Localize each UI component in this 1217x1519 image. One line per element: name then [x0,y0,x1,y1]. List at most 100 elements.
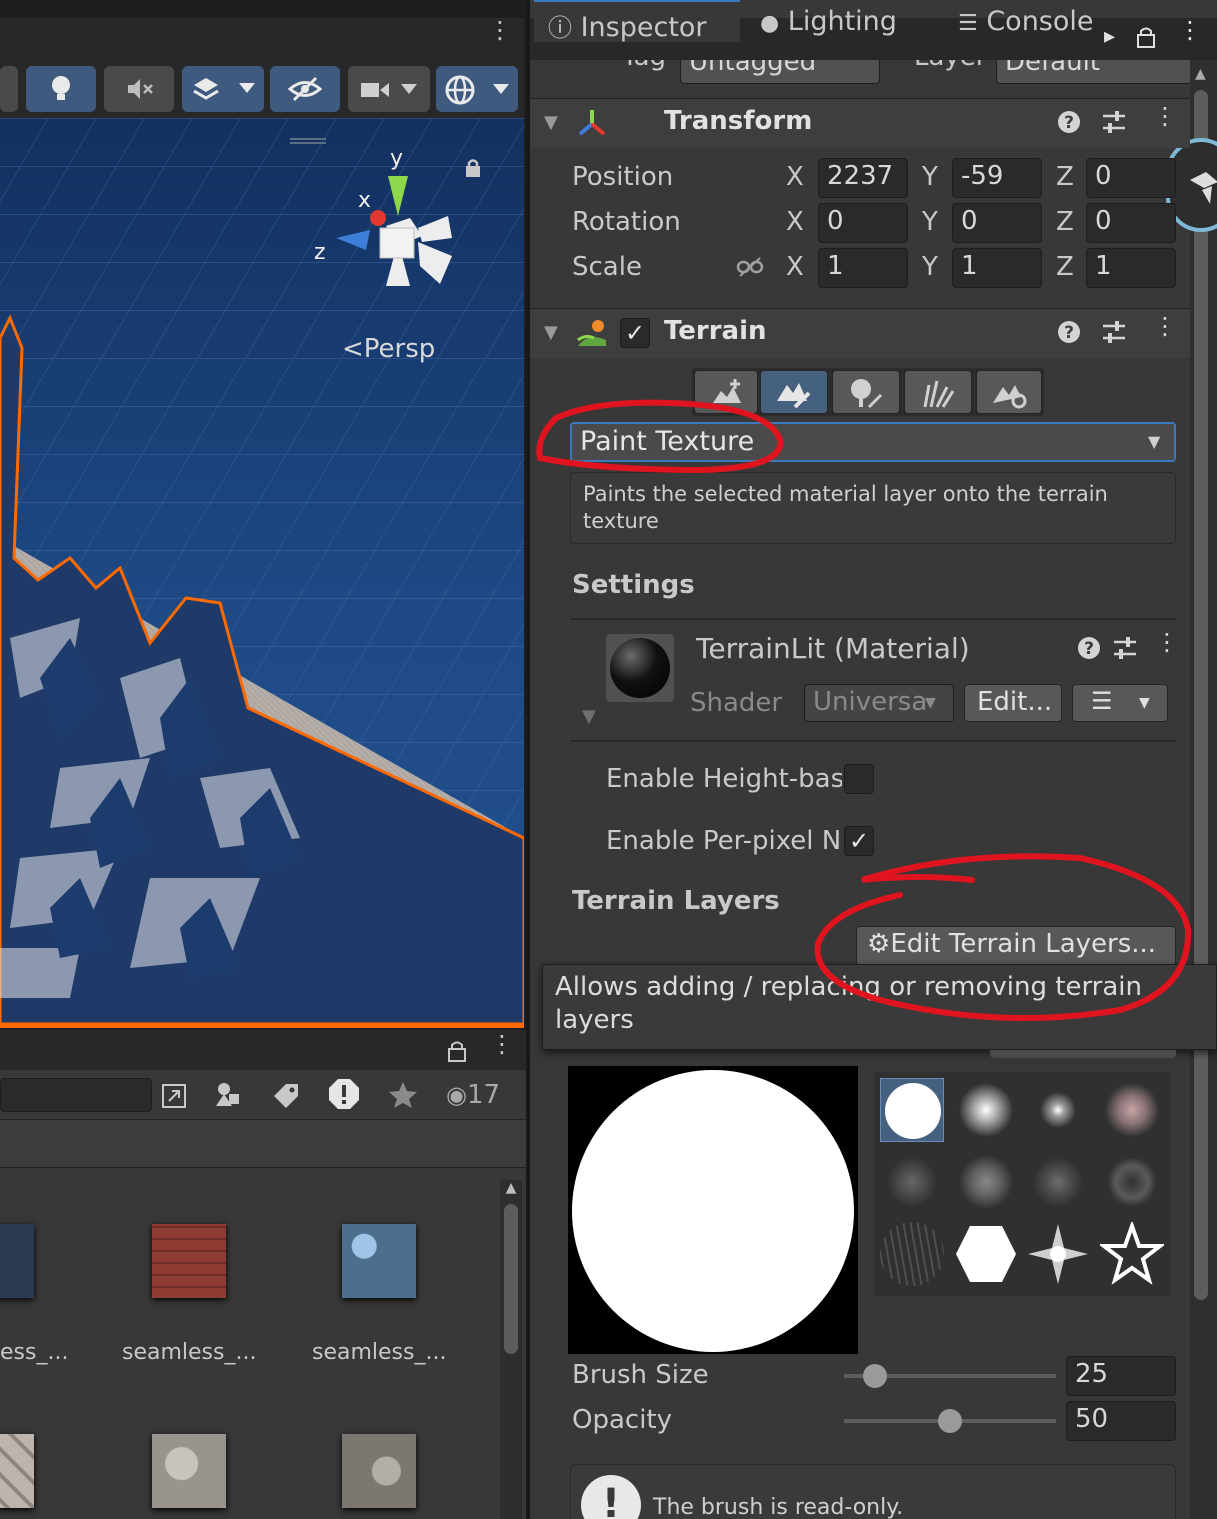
tool-paint-details[interactable] [904,370,972,414]
position-y-field[interactable]: -59 [952,158,1042,198]
terrain-enabled-checkbox[interactable]: ✓ [620,318,650,348]
position-x-field[interactable]: 2237 [818,158,908,198]
asset-thumb-blue-pebbles[interactable] [342,1224,416,1298]
rotation-x-field[interactable]: 0 [818,203,908,243]
terrain-layers-title: Terrain Layers [572,886,780,916]
brush-noise-3[interactable] [1026,1150,1090,1214]
shader-options-dropdown[interactable]: ☰ ▼ [1072,684,1168,722]
preset-sliders-icon[interactable] [1101,320,1127,344]
brush-hard-circle[interactable] [880,1078,944,1142]
per-pixel-normal-checkbox[interactable]: ✓ [844,826,874,856]
asset-thumb-dark-tiles[interactable] [0,1224,34,1298]
brush-size-thumb[interactable] [863,1364,887,1388]
opacity-slider[interactable] [844,1405,1056,1437]
scene-audio-toggle[interactable] [104,66,174,112]
tag-icon[interactable] [272,1082,300,1110]
preset-sliders-icon[interactable] [1101,110,1127,134]
material-menu-icon[interactable]: ⋮ [1155,630,1179,654]
position-z-field[interactable]: 0 [1086,158,1176,198]
asset-label: ess_... [0,1340,69,1365]
svg-text:?: ? [1064,113,1074,133]
brush-small-soft[interactable] [1026,1078,1090,1142]
lock-icon[interactable] [1136,26,1156,48]
tab-lighting[interactable]: ● Lighting [760,0,940,42]
rotation-y-field[interactable]: 0 [952,203,1042,243]
opacity-field[interactable]: 50 [1066,1401,1176,1441]
brush-soft-circle[interactable] [954,1078,1018,1142]
scene-menu-icon[interactable]: ⋮ [488,18,512,52]
scene-effects-toggle[interactable] [182,66,264,112]
project-search-input[interactable] [0,1078,152,1112]
star-icon[interactable] [388,1080,418,1110]
scene-camera-dropdown[interactable] [348,66,430,112]
tab-inspector[interactable]: ⓘ Inspector [534,0,740,43]
brush-grass-streaks[interactable] [880,1222,944,1286]
height-blend-checkbox[interactable] [844,764,874,794]
brush-noise-soft[interactable] [1100,1078,1164,1142]
foldout-arrow-icon[interactable]: ▼ [544,322,558,343]
rotation-z-field[interactable]: 0 [1086,203,1176,243]
scene-view[interactable]: y x z <Persp [0,118,524,1024]
scene-visibility-toggle[interactable] [270,66,340,112]
brush-size-field[interactable]: 25 [1066,1356,1176,1396]
opacity-thumb[interactable] [938,1409,962,1433]
help-icon[interactable]: ? [1077,636,1101,660]
filter-type-icon[interactable] [212,1080,242,1110]
scale-z-field[interactable]: 1 [1086,248,1176,288]
tool-paint-terrain[interactable] [760,370,828,414]
foldout-arrow-icon[interactable]: ▼ [582,706,596,727]
brush-star[interactable] [1098,1219,1166,1286]
lightbulb-icon [48,74,74,104]
edit-shader-label: Edit... [977,687,1053,717]
tag-dropdown[interactable]: Untagged [680,60,880,84]
project-menu-icon[interactable]: ⋮ [490,1032,514,1056]
visible-count[interactable]: ◉17 [446,1080,500,1110]
lock-icon[interactable] [447,1040,467,1062]
brush-noise-4[interactable] [1100,1150,1164,1214]
asset-thumb-stone-diagonal[interactable] [0,1434,34,1508]
scale-x-field[interactable]: 1 [818,248,908,288]
edit-terrain-layers-button[interactable]: ⚙Edit Terrain Layers... [856,926,1176,966]
shader-dropdown[interactable]: Universa ▼ [804,684,954,722]
scene-gizmos-dropdown[interactable] [436,66,518,112]
edit-shader-button[interactable]: Edit... [964,684,1062,722]
asset-thumb-stone-light[interactable] [152,1434,226,1508]
tool-create-neighbor[interactable] [694,370,758,414]
asset-thumb-stone-cobble[interactable] [342,1434,416,1508]
tool-paint-trees[interactable] [832,370,900,414]
help-icon[interactable]: ? [1057,110,1081,134]
inspector-scrollbar[interactable]: ▲ [1190,60,1217,1519]
brush-hexagon[interactable] [954,1222,1018,1286]
transform-header[interactable] [530,98,1190,148]
tool-terrain-settings[interactable] [976,370,1042,414]
tab-overflow-arrow-icon[interactable]: ▸ [1104,24,1115,49]
warning-icon[interactable] [328,1078,360,1110]
layer-dropdown[interactable]: Default [996,60,1190,84]
asset-thumb-brick[interactable] [152,1224,226,1298]
persp-label[interactable]: <Persp [342,334,435,364]
help-icon[interactable]: ? [1057,320,1081,344]
component-menu-icon[interactable]: ⋮ [1153,314,1177,338]
toolbar-left-stub[interactable] [0,66,18,112]
brush-size-slider[interactable] [844,1360,1056,1392]
preset-sliders-icon[interactable] [1112,636,1138,660]
foldout-arrow-icon[interactable]: ▼ [544,112,558,133]
brush-starburst[interactable] [1026,1222,1090,1286]
info-icon: ⓘ [548,14,572,42]
scale-y-field[interactable]: 1 [952,248,1042,288]
tab-console[interactable]: ☰ Console [958,0,1098,42]
scene-lighting-toggle[interactable] [26,66,96,112]
search-by-type-icon[interactable] [160,1082,188,1110]
material-preview-sphere[interactable] [606,634,674,702]
terrain-tool-dropdown[interactable]: Paint Texture ▼ [570,422,1176,462]
constrain-proportions-icon[interactable] [736,256,764,278]
project-breadcrumb-bar [0,1120,526,1168]
brush-noise-2[interactable] [954,1150,1018,1214]
inspector-menu-icon[interactable]: ⋮ [1178,18,1202,42]
scene-gizmo[interactable]: y x z [310,146,470,326]
project-scrollbar[interactable]: ▲ [500,1180,522,1519]
scene-drag-handle[interactable] [290,138,326,144]
brush-noise-1[interactable] [880,1150,944,1214]
component-menu-icon[interactable]: ⋮ [1153,104,1177,128]
lock-icon[interactable] [464,158,482,178]
